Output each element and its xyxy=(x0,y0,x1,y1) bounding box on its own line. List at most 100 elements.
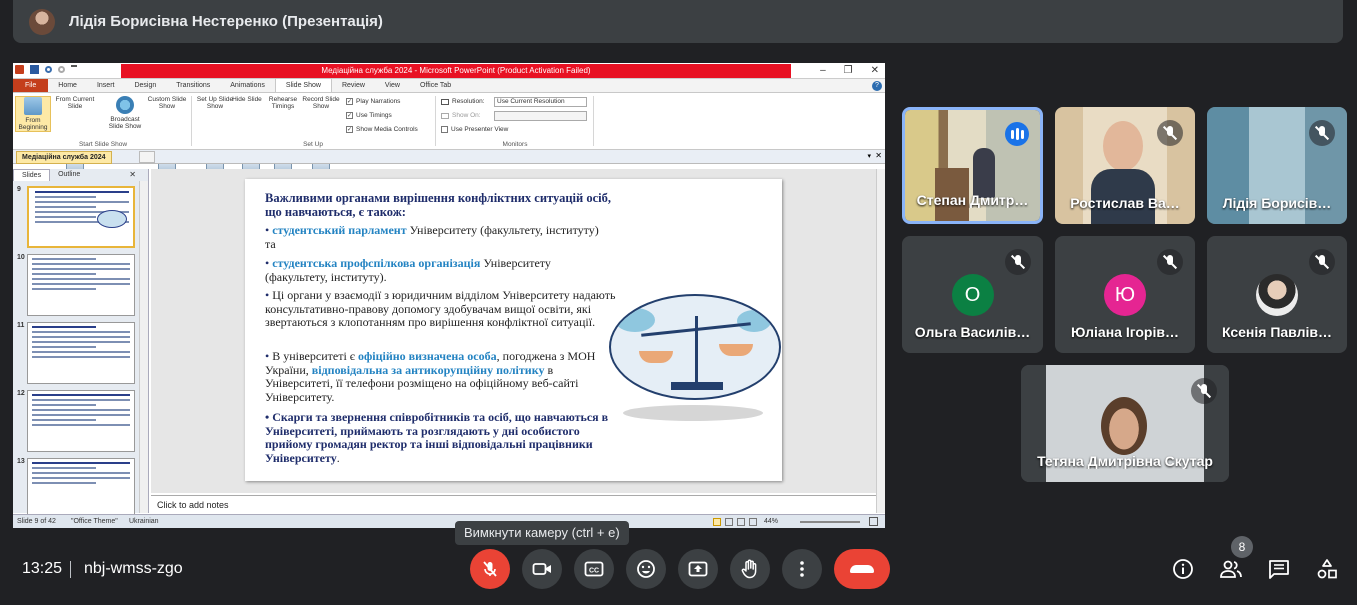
zoom-slider[interactable] xyxy=(800,521,860,523)
custom-slide-show-button[interactable]: Custom Slide Show xyxy=(145,96,189,177)
record-slide-show-button[interactable]: Record Slide Show xyxy=(299,96,343,177)
slide-canvas: Важливими органами вирішення конфліктних… xyxy=(245,179,782,481)
tab-slide-show[interactable]: Slide Show xyxy=(274,78,332,92)
minimize-icon[interactable]: – xyxy=(820,63,826,79)
setup-label: Set Up Slide Show xyxy=(196,96,234,110)
tab-transitions[interactable]: Transitions xyxy=(166,79,220,92)
slide-thumbnail[interactable]: 10 xyxy=(17,254,139,316)
slides-scrollbar[interactable] xyxy=(139,181,148,513)
participant-tile[interactable]: Ксенія Павлів… xyxy=(1207,236,1347,353)
custom-label: Custom Slide Show xyxy=(147,96,187,110)
mic-off-icon xyxy=(483,561,497,577)
participant-tile[interactable]: Ростислав Ва… xyxy=(1055,107,1195,224)
status-bar: Slide 9 of 42 "Office Theme" Ukrainian 4… xyxy=(13,514,885,528)
customize-toolbar-icon[interactable] xyxy=(71,65,77,74)
ribbon: From Beginning From Current Slide Broadc… xyxy=(13,93,885,177)
chat-icon xyxy=(1269,560,1289,579)
meeting-details-button[interactable] xyxy=(1170,556,1196,582)
slideshow-view-icon[interactable] xyxy=(749,518,757,526)
from-beginning-label: From Beginning xyxy=(18,117,48,131)
tab-office-tab[interactable]: Office Tab xyxy=(410,79,461,92)
camera-toggle-button[interactable] xyxy=(522,549,562,589)
participant-tile[interactable]: Ю Юліана Ігорів… xyxy=(1055,236,1195,353)
participant-avatar: Ю xyxy=(1104,274,1146,316)
resolution-row: Resolution: xyxy=(441,98,485,105)
ribbon-divider xyxy=(593,96,594,146)
thumbnail-number: 11 xyxy=(17,322,25,329)
fit-to-window-icon[interactable] xyxy=(869,517,878,526)
tab-home[interactable]: Home xyxy=(48,79,87,92)
slide-bullet-3: • Ці органи у взаємодії з юридичним відд… xyxy=(265,288,616,329)
participant-tile[interactable]: Тетяна Дмитрівна Скутар xyxy=(1021,365,1229,482)
slide-bullet-5: • Скарги та звернення співробітників та … xyxy=(265,410,609,465)
tab-outline[interactable]: Outline xyxy=(50,169,88,181)
participant-face xyxy=(1103,121,1143,171)
people-button[interactable] xyxy=(1218,556,1244,582)
reactions-button[interactable] xyxy=(626,549,666,589)
participant-tile[interactable]: О Ольга Василів… xyxy=(902,236,1043,353)
from-beginning-button[interactable]: From Beginning xyxy=(15,96,51,132)
undo-icon[interactable] xyxy=(45,66,52,73)
group-monitors: Monitors xyxy=(502,141,528,148)
tabs-close-icon[interactable]: ✕ xyxy=(875,151,882,160)
mic-toggle-button[interactable] xyxy=(470,549,510,589)
play-narrations-label: Play Narrations xyxy=(356,98,401,105)
participant-tile[interactable]: Степан Дмитр… xyxy=(902,107,1043,224)
slide-thumbnail[interactable]: 11 xyxy=(17,322,139,384)
participant-name: Ольга Василів… xyxy=(914,324,1031,340)
use-timings-checkbox[interactable]: ✓ Use Timings xyxy=(346,112,392,119)
document-tab[interactable]: Медіаційна служба 2024 xyxy=(16,151,112,164)
slide-thumbnail[interactable]: 13 xyxy=(17,458,139,520)
captions-button[interactable]: CC xyxy=(574,549,614,589)
slide-bullet-1: • студентський парламент Університету (ф… xyxy=(265,223,599,251)
slide-thumbnail[interactable]: 12 xyxy=(17,390,139,452)
activities-button[interactable] xyxy=(1314,556,1340,582)
tabs-dropdown-icon[interactable]: ▾ xyxy=(867,152,871,160)
group-start-slide-show: Start Slide Show xyxy=(78,141,128,148)
use-timings-label: Use Timings xyxy=(356,112,392,119)
participant-tile[interactable]: Лідія Борисів… xyxy=(1207,107,1347,224)
editor-scrollbar[interactable] xyxy=(876,169,885,513)
participant-name: Тетяна Дмитрівна Скутар xyxy=(1037,453,1213,469)
help-icon[interactable]: ? xyxy=(872,81,882,91)
pane-close-icon[interactable]: ✕ xyxy=(121,169,144,181)
more-options-button[interactable] xyxy=(782,549,822,589)
show-media-controls-checkbox[interactable]: ✓ Show Media Controls xyxy=(346,126,418,133)
slide-thumbnail[interactable]: 9 xyxy=(17,186,139,248)
raise-hand-button[interactable] xyxy=(730,549,770,589)
tab-review[interactable]: Review xyxy=(332,79,375,92)
new-tab-button[interactable] xyxy=(139,151,155,163)
theme-name: "Office Theme" xyxy=(71,518,118,525)
tab-view[interactable]: View xyxy=(375,79,410,92)
slide-heading: Важливими органами вирішення конфліктних… xyxy=(265,191,611,219)
show-on-select[interactable] xyxy=(494,111,587,121)
broadcast-icon xyxy=(116,96,134,114)
reading-view-icon[interactable] xyxy=(737,518,745,526)
from-current-slide-button[interactable]: From Current Slide xyxy=(53,96,97,177)
notes-pane[interactable]: Click to add notes xyxy=(151,495,876,513)
tab-animations[interactable]: Animations xyxy=(220,79,275,92)
hide-slide-button[interactable]: Hide Slide xyxy=(229,96,265,177)
maximize-icon[interactable]: ❐ xyxy=(844,63,853,79)
participant-name: Степан Дмитр… xyxy=(916,192,1029,208)
broadcast-button[interactable]: Broadcast Slide Show xyxy=(103,96,147,130)
sorter-view-icon[interactable] xyxy=(725,518,733,526)
chat-button[interactable] xyxy=(1266,556,1292,582)
resolution-select[interactable]: Use Current Resolution xyxy=(494,97,587,107)
emoji-icon xyxy=(637,560,655,578)
tab-file[interactable]: File xyxy=(13,79,49,92)
monitor-icon xyxy=(441,112,449,119)
present-button[interactable] xyxy=(678,549,718,589)
presenter-view-checkbox[interactable]: Use Presenter View xyxy=(441,126,508,133)
close-icon[interactable]: ✕ xyxy=(871,63,879,79)
save-icon[interactable] xyxy=(30,65,39,74)
play-narrations-checkbox[interactable]: ✓ Play Narrations xyxy=(346,98,400,105)
tab-insert[interactable]: Insert xyxy=(87,79,125,92)
normal-view-icon[interactable] xyxy=(713,518,721,526)
redo-icon[interactable] xyxy=(58,66,65,73)
tab-slides[interactable]: Slides xyxy=(13,169,51,181)
tab-design[interactable]: Design xyxy=(124,79,166,92)
zoom-level[interactable]: 44% xyxy=(764,515,778,528)
broadcast-label: Broadcast Slide Show xyxy=(108,116,142,130)
leave-call-button[interactable] xyxy=(834,549,890,589)
